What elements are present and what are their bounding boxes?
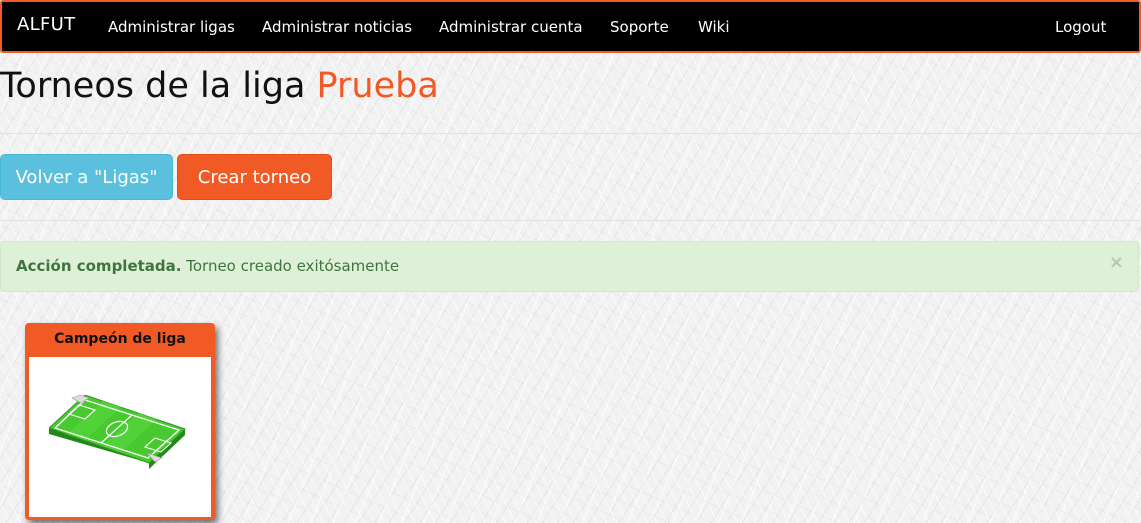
page-title-prefix: Torneos de la liga	[0, 66, 306, 106]
create-tournament-button[interactable]: Crear torneo	[177, 154, 332, 200]
back-to-leagues-button[interactable]: Volver a "Ligas"	[0, 154, 173, 200]
navbar: ALFUT Administrar ligas Administrar noti…	[0, 0, 1141, 53]
nav-item-administrar-ligas[interactable]: Administrar ligas	[108, 18, 235, 36]
nav-item-soporte[interactable]: Soporte	[610, 18, 669, 36]
divider	[0, 133, 1141, 134]
league-name: Prueba	[316, 66, 439, 106]
soccer-field-icon	[49, 395, 186, 469]
page-title: Torneos de la liga Prueba	[0, 66, 439, 106]
logout-link[interactable]: Logout	[1055, 18, 1106, 36]
close-icon[interactable]: ×	[1109, 254, 1124, 272]
nav-item-wiki[interactable]: Wiki	[698, 18, 730, 36]
success-alert: Acción completada. Torneo creado exitósa…	[0, 241, 1139, 292]
nav-item-administrar-noticias[interactable]: Administrar noticias	[262, 18, 412, 36]
tournament-card-body	[29, 357, 211, 517]
nav-item-administrar-cuenta[interactable]: Administrar cuenta	[439, 18, 583, 36]
tournament-card[interactable]: Campeón de liga	[25, 323, 215, 520]
brand-logo[interactable]: ALFUT	[17, 14, 75, 35]
alert-strong: Acción completada.	[16, 257, 182, 275]
alert-text: Acción completada. Torneo creado exitósa…	[16, 257, 399, 275]
divider	[0, 220, 1141, 221]
tournament-card-title: Campeón de liga	[54, 331, 186, 347]
alert-message: Torneo creado exitósamente	[186, 257, 400, 275]
